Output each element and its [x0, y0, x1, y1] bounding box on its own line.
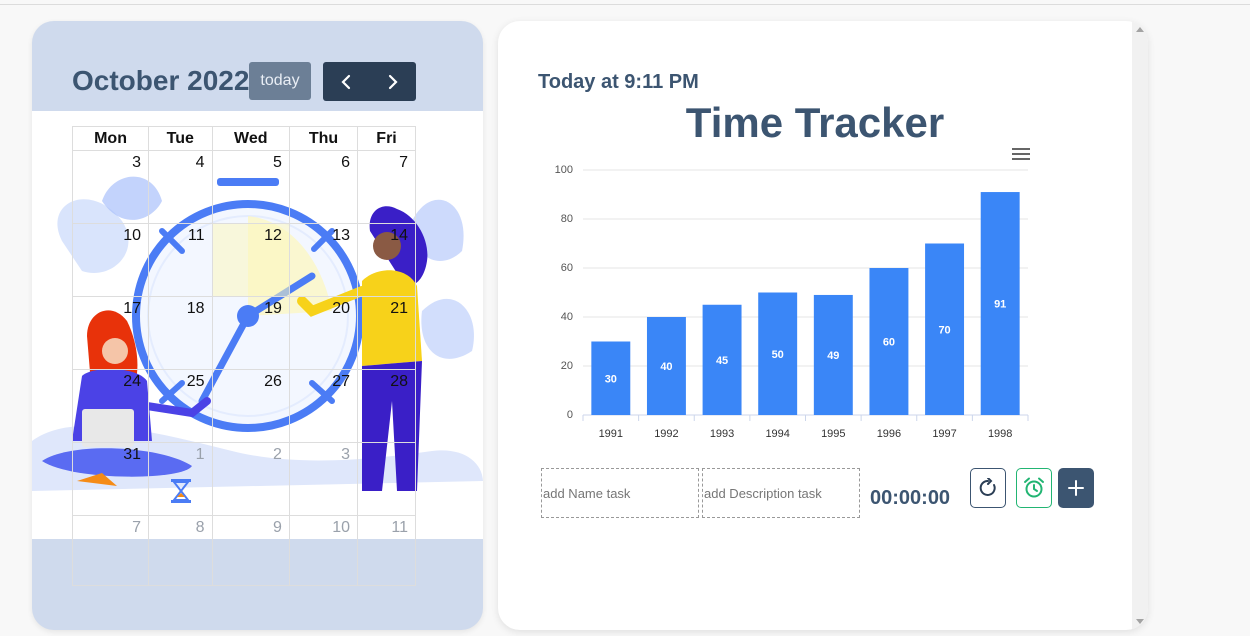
- day-cell[interactable]: 20: [288, 296, 359, 370]
- vertical-scrollbar[interactable]: [1132, 21, 1148, 630]
- bar-data-label: 91: [994, 299, 1006, 311]
- x-tick-label: 1996: [877, 428, 901, 440]
- task-name-input[interactable]: [541, 468, 699, 518]
- plus-icon: [1068, 480, 1084, 496]
- bar-data-label: 50: [772, 349, 784, 361]
- calendar-month-title: October 2022: [72, 65, 250, 96]
- day-cell[interactable]: 25: [148, 369, 213, 443]
- week-row: 3 4 5 6 7: [71, 150, 416, 224]
- chart-menu-icon[interactable]: [1012, 148, 1030, 162]
- browser-top-border: [0, 4, 1250, 5]
- rotate-icon: [979, 478, 996, 496]
- tracker-card: Today at 9:11 PM Time Tracker 0 20 40 60 80 1…: [498, 21, 1148, 630]
- weekday-header: Mon: [71, 126, 150, 151]
- day-cell[interactable]: 24: [71, 369, 150, 443]
- bar-chart: 0 20 40 60 80 100 1991 30 1992 40 1993 45 1994 50 1995…: [555, 164, 1029, 440]
- timer-display: 00:00:00: [870, 487, 951, 509]
- day-cell[interactable]: 5: [211, 150, 290, 224]
- weekday-header: Thu: [288, 126, 359, 151]
- x-tick-label: 1993: [710, 428, 734, 440]
- y-tick-label: 0: [567, 409, 573, 421]
- chevron-left-icon: [341, 74, 351, 89]
- day-cell[interactable]: 13: [288, 223, 359, 297]
- day-cell[interactable]: 3: [71, 150, 150, 224]
- tracker-title: Time Tracker: [685, 99, 945, 146]
- chevron-right-icon: [388, 74, 398, 89]
- day-cell[interactable]: 7: [357, 150, 416, 224]
- bar-data-label: 45: [716, 355, 728, 367]
- day-cell[interactable]: 18: [148, 296, 213, 370]
- weekday-header: Tue: [148, 126, 213, 151]
- next-month-button[interactable]: [370, 62, 417, 101]
- week-row: 24 25 26 27 28: [71, 369, 416, 443]
- start-timer-button[interactable]: [1016, 468, 1052, 508]
- week-row: 17 18 19 20 21: [71, 296, 416, 370]
- y-tick-label: 60: [561, 262, 573, 274]
- day-cell[interactable]: 28: [357, 369, 416, 443]
- task-description-input[interactable]: [702, 468, 860, 518]
- day-cell-other-month[interactable]: 9: [211, 515, 290, 586]
- day-cell[interactable]: 14: [357, 223, 416, 297]
- week-row: 31 1 2 3: [71, 442, 416, 516]
- week-row: 7 8 9 10 11: [71, 515, 416, 586]
- day-cell-other-month[interactable]: 10: [288, 515, 359, 586]
- bar-data-label: 40: [660, 361, 672, 373]
- day-cell-other-month[interactable]: 3: [288, 442, 359, 516]
- x-tick-label: 1998: [988, 428, 1012, 440]
- y-tick-label: 40: [561, 311, 573, 323]
- x-tick-label: 1994: [765, 428, 789, 440]
- y-tick-label: 80: [561, 213, 573, 225]
- x-tick-label: 1995: [821, 428, 845, 440]
- bar-data-label: 49: [827, 350, 839, 362]
- week-row: 10 11 12 13 14: [71, 223, 416, 297]
- day-cell[interactable]: 21: [357, 296, 416, 370]
- day-cell[interactable]: 31: [71, 442, 150, 516]
- day-cell[interactable]: 11: [148, 223, 213, 297]
- add-task-button[interactable]: [1058, 468, 1094, 508]
- scroll-down-arrow-icon[interactable]: [1136, 619, 1144, 624]
- x-tick-label: 1991: [599, 428, 623, 440]
- day-cell-other-month[interactable]: 2: [211, 442, 290, 516]
- weekday-header-row: Mon Tue Wed Thu Fri: [71, 126, 416, 151]
- bar-data-label: 70: [938, 324, 950, 336]
- day-cell[interactable]: 27: [288, 369, 359, 443]
- y-tick-label: 20: [561, 360, 573, 372]
- day-cell-other-month[interactable]: 7: [71, 515, 150, 586]
- bar-data-label: 30: [605, 373, 617, 385]
- today-button[interactable]: today: [249, 62, 311, 100]
- calendar-card: October 2022 today Mon Tue Wed Thu Fri 3…: [32, 21, 483, 630]
- day-cell-other-month[interactable]: 8: [148, 515, 213, 586]
- prev-month-button[interactable]: [323, 62, 370, 101]
- weekday-header: Wed: [211, 126, 290, 151]
- x-tick-label: 1992: [654, 428, 678, 440]
- day-cell[interactable]: 4: [148, 150, 213, 224]
- day-cell-other-month[interactable]: [357, 442, 416, 516]
- day-cell[interactable]: 17: [71, 296, 150, 370]
- x-tick-label: 1997: [932, 428, 956, 440]
- current-time-label: Today at 9:11 PM: [538, 71, 699, 93]
- hourglass-icon: [171, 479, 191, 503]
- day-cell-other-month[interactable]: 11: [357, 515, 416, 586]
- reset-timer-button[interactable]: [970, 468, 1006, 508]
- day-cell[interactable]: 10: [71, 223, 150, 297]
- weekday-header: Fri: [357, 126, 416, 151]
- day-cell[interactable]: 19: [211, 296, 290, 370]
- y-tick-label: 100: [555, 164, 573, 176]
- day-cell[interactable]: 26: [211, 369, 290, 443]
- alarm-clock-icon: [1024, 477, 1044, 498]
- month-nav: [323, 62, 416, 101]
- bar-data-label: 60: [883, 337, 895, 349]
- day-cell-today[interactable]: 12: [211, 223, 290, 297]
- day-cell[interactable]: 6: [288, 150, 359, 224]
- calendar-grid: Mon Tue Wed Thu Fri 3 4 5 6 7 10 11 12 1…: [71, 126, 416, 586]
- scroll-up-arrow-icon[interactable]: [1136, 27, 1144, 32]
